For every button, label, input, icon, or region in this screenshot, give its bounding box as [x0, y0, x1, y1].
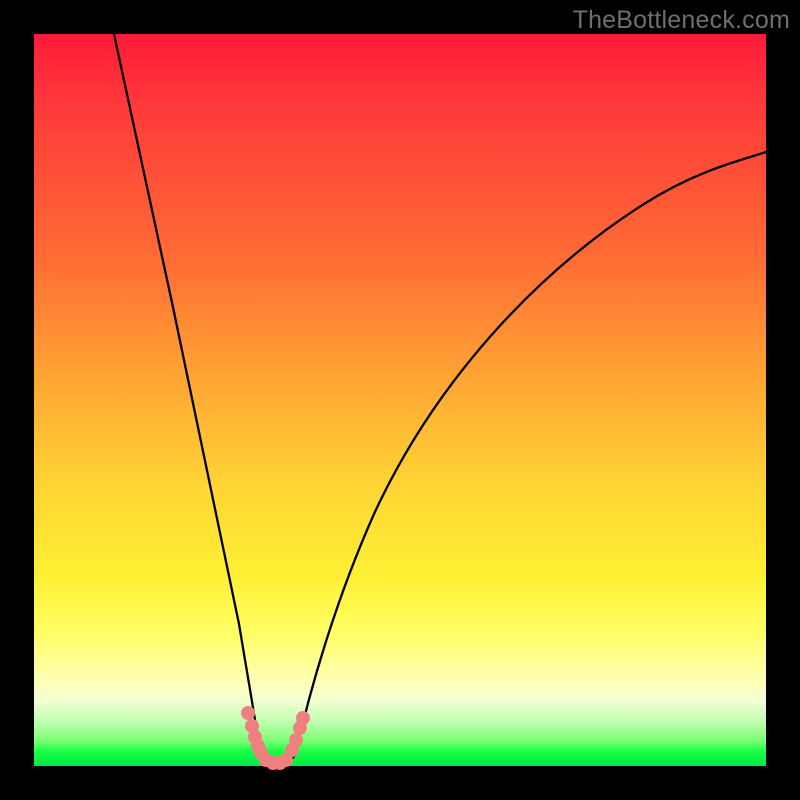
watermark-text: TheBottleneck.com: [573, 6, 790, 35]
marker-dot: [296, 711, 310, 725]
chart-svg: [34, 34, 766, 766]
curve-left-branch: [114, 34, 260, 752]
valley-markers: [241, 706, 310, 770]
marker-dot: [289, 733, 303, 747]
marker-dot: [241, 706, 255, 720]
curve-right-branch: [296, 152, 766, 752]
outer-frame: TheBottleneck.com: [0, 0, 800, 800]
